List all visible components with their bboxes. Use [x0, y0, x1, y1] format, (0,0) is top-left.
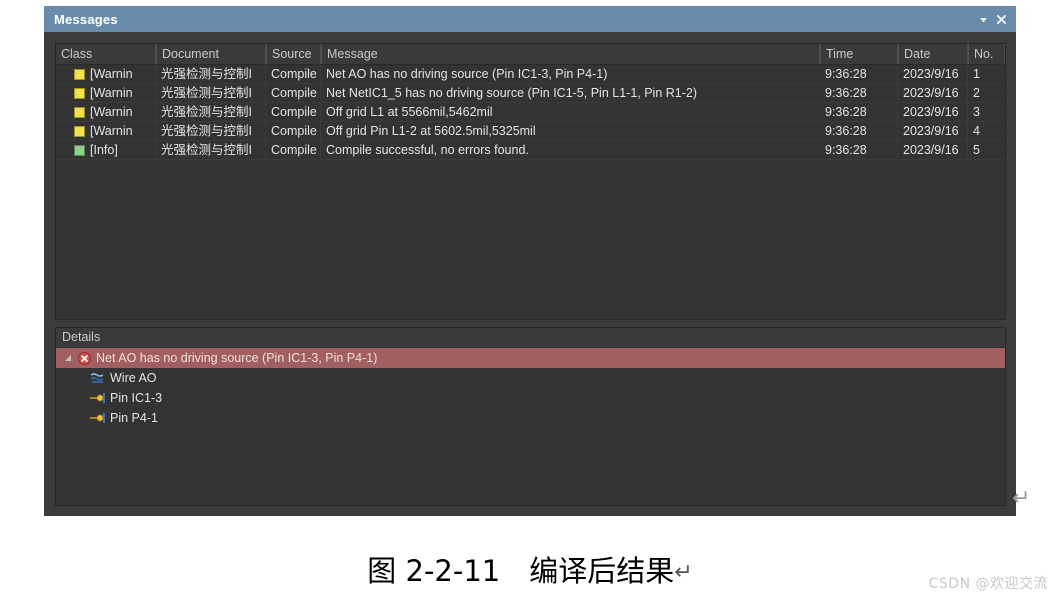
messages-grid[interactable]: Class Document Source Message Time Date …: [55, 43, 1006, 320]
details-header: Details: [56, 328, 1005, 348]
column-header-no[interactable]: No.: [968, 44, 1005, 64]
cell-message: Compile successful, no errors found.: [326, 143, 529, 157]
cell-no: 5: [973, 143, 980, 157]
cell-class-label: [Warnin: [90, 124, 133, 138]
pin-icon: [89, 411, 107, 425]
cell-date: 2023/9/16: [898, 141, 968, 159]
cell-class-label: [Warnin: [90, 105, 133, 119]
severity-swatch-icon: [74, 106, 85, 118]
details-tree: Net AO has no driving source (Pin IC1-3,…: [56, 348, 1005, 428]
cell-date: 2023/9/16: [898, 103, 968, 121]
cell-class-label: [Warnin: [90, 67, 133, 81]
cell-class: [Info]: [56, 141, 156, 159]
chevron-down-icon[interactable]: [974, 10, 992, 28]
details-tree-root-row[interactable]: Net AO has no driving source (Pin IC1-3,…: [56, 348, 1005, 368]
cell-source: Compile: [266, 65, 321, 83]
cell-class: [Warnin: [56, 65, 156, 83]
cell-message: Off grid Pin L1-2 at 5602.5mil,5325mil: [326, 124, 536, 138]
column-header-document[interactable]: Document: [156, 44, 266, 64]
watermark: CSDN @欢迎交流: [928, 576, 1048, 592]
cell-no: 1: [973, 67, 980, 81]
tree-item-label: Net AO has no driving source (Pin IC1-3,…: [96, 351, 378, 365]
details-tree-child-row[interactable]: Wire AO: [56, 368, 1005, 388]
figure-caption-text: 图 2-2-11 编译后结果: [367, 554, 675, 588]
column-header-source[interactable]: Source: [266, 44, 321, 64]
cell-document: 光强检测与控制I: [156, 65, 266, 83]
cell-time: 9:36:28: [820, 84, 898, 102]
table-row[interactable]: [Warnin 光强检测与控制I Compile Net AO has no driv…: [56, 65, 1005, 84]
column-header-date[interactable]: Date: [898, 44, 968, 64]
cell-class-label: [Warnin: [90, 86, 133, 100]
tree-item-label: Pin P4-1: [110, 411, 158, 425]
page-margin: [0, 0, 44, 10]
details-tree-child-row[interactable]: Pin IC1-3: [56, 388, 1005, 408]
cell-time: 9:36:28: [820, 141, 898, 159]
cell-class: [Warnin: [56, 84, 156, 102]
column-header-time[interactable]: Time: [820, 44, 898, 64]
pilcrow-mark: ↵: [674, 560, 693, 585]
cell-no: 3: [973, 105, 980, 119]
error-icon: [75, 351, 93, 365]
cell-date: 2023/9/16: [898, 84, 968, 102]
cell-class: [Warnin: [56, 122, 156, 140]
cell-source: Compile: [266, 84, 321, 102]
cell-message: Net NetIC1_5 has no driving source (Pin …: [326, 86, 698, 100]
cell-document: 光强检测与控制I: [156, 141, 266, 159]
cell-class: [Warnin: [56, 103, 156, 121]
severity-swatch-icon: [74, 125, 85, 137]
table-row[interactable]: [Warnin 光强检测与控制I Compile Net NetIC1_5 has n…: [56, 84, 1005, 103]
close-icon[interactable]: [992, 10, 1010, 28]
messages-panel: Messages Class Document Source Message T…: [44, 6, 1016, 516]
cell-document: 光强检测与控制I: [156, 122, 266, 140]
cell-time: 9:36:28: [820, 122, 898, 140]
messages-titlebar: Messages: [44, 6, 1016, 32]
column-header-message[interactable]: Message: [321, 44, 820, 64]
cell-date: 2023/9/16: [898, 65, 968, 83]
panel-title: Messages: [54, 11, 118, 27]
cell-source: Compile: [266, 122, 321, 140]
severity-swatch-icon: [74, 144, 85, 156]
cell-message: Net AO has no driving source (Pin IC1-3,…: [326, 67, 608, 81]
cell-source: Compile: [266, 103, 321, 121]
paragraph-return-mark: ↵: [1012, 485, 1031, 510]
severity-swatch-icon: [74, 87, 85, 99]
cell-source: Compile: [266, 141, 321, 159]
severity-swatch-icon: [74, 68, 85, 80]
table-row[interactable]: [Warnin 光强检测与控制I Compile Off grid L1 at 556…: [56, 103, 1005, 122]
tree-item-label: Pin IC1-3: [110, 391, 163, 405]
table-row[interactable]: [Info] 光强检测与控制I Compile Compile successful,…: [56, 141, 1005, 160]
details-tree-child-row[interactable]: Pin P4-1: [56, 408, 1005, 428]
tree-item-label: Wire AO: [110, 371, 157, 385]
tree-collapse-caret-icon[interactable]: [61, 354, 75, 362]
cell-date: 2023/9/16: [898, 122, 968, 140]
cell-no: 2: [973, 86, 980, 100]
figure-caption: 图 2-2-11 编译后结果↵: [0, 548, 1060, 590]
messages-grid-header: Class Document Source Message Time Date …: [56, 44, 1005, 65]
messages-grid-rows: [Warnin 光强检测与控制I Compile Net AO has no driv…: [56, 65, 1005, 160]
cell-document: 光强检测与控制I: [156, 84, 266, 102]
column-header-class[interactable]: Class: [56, 44, 156, 64]
details-panel[interactable]: Details Net AO has no driving source (Pi…: [55, 327, 1006, 506]
wire-icon: [89, 371, 107, 385]
cell-class-label: [Info]: [90, 143, 118, 157]
cell-time: 9:36:28: [820, 65, 898, 83]
cell-message: Off grid L1 at 5566mil,5462mil: [326, 105, 493, 119]
table-row[interactable]: [Warnin 光强检测与控制I Compile Off grid Pin L1-2 …: [56, 122, 1005, 141]
cell-document: 光强检测与控制I: [156, 103, 266, 121]
cell-no: 4: [973, 124, 980, 138]
pin-icon: [89, 391, 107, 405]
cell-time: 9:36:28: [820, 103, 898, 121]
